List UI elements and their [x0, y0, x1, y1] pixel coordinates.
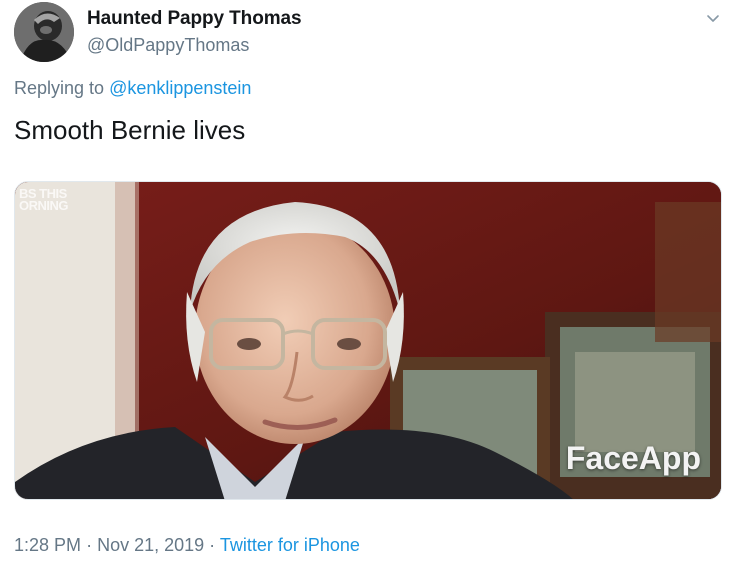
reply-mention-link[interactable]: @kenklippenstein	[109, 78, 251, 98]
tweet-metadata: 1:28 PM · Nov 21, 2019 · Twitter for iPh…	[14, 535, 360, 556]
tweet-text: Smooth Bernie lives	[14, 115, 246, 145]
avatar-image	[14, 2, 74, 62]
meta-separator: ·	[209, 535, 216, 555]
chevron-down-icon[interactable]	[702, 10, 724, 28]
faceapp-watermark: FaceApp	[565, 440, 701, 476]
corner-logo: BS THIS ORNING	[19, 188, 83, 212]
meta-separator: ·	[86, 535, 93, 555]
tweet: Haunted Pappy Thomas @OldPappyThomas Rep…	[0, 0, 732, 564]
tweet-source-link[interactable]: Twitter for iPhone	[220, 535, 360, 555]
user-handle[interactable]: @OldPappyThomas	[87, 35, 249, 56]
tweet-media-image[interactable]: BS THIS ORNING FaceApp	[14, 181, 722, 500]
corner-logo-line2: ORNING	[19, 198, 69, 212]
display-name[interactable]: Haunted Pappy Thomas	[87, 8, 302, 30]
tweet-date[interactable]: Nov 21, 2019	[97, 535, 204, 555]
reply-prefix: Replying to	[14, 78, 105, 98]
avatar[interactable]	[14, 2, 74, 62]
tweet-time[interactable]: 1:28 PM	[14, 535, 81, 555]
reply-context: Replying to @kenklippenstein	[14, 78, 251, 99]
